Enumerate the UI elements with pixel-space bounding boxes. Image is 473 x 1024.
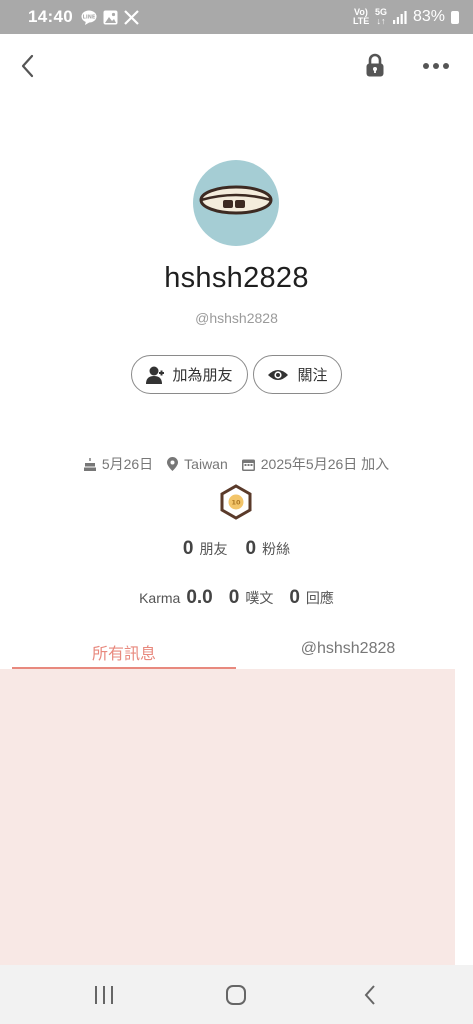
username: @hshsh2828	[195, 310, 278, 326]
battery-icon	[451, 10, 459, 24]
chevron-left-icon	[20, 53, 35, 79]
x-icon	[124, 9, 139, 25]
top-bar	[0, 34, 473, 98]
lock-icon	[366, 53, 384, 77]
eye-icon	[268, 369, 289, 380]
location-pin-icon	[167, 457, 179, 471]
replies-value: 0	[289, 587, 300, 608]
network-indicator: 5G ↓↑	[375, 8, 387, 26]
nav-back-button[interactable]	[350, 981, 390, 1009]
replies-label: 回應	[305, 590, 334, 606]
badge-label: 10	[231, 499, 241, 507]
joined-item: 2025年5月26日 加入	[241, 454, 390, 474]
timeline-panel	[0, 669, 455, 965]
birthday-item: 5月26日	[83, 454, 154, 474]
follow-counts: 0 朋友 0 粉絲	[0, 538, 473, 560]
battery-percent: 83%	[412, 8, 445, 25]
fans-count[interactable]: 0 粉絲	[246, 538, 291, 560]
signal-icon	[392, 10, 407, 24]
posts-value: 0	[228, 587, 240, 608]
profile-stats: Karma 0.0 0 噗文 0 回應	[0, 587, 473, 609]
avatar-eye-icon	[199, 185, 273, 215]
recent-apps-button[interactable]	[84, 981, 124, 1009]
tab-all-messages[interactable]: 所有訊息	[12, 630, 236, 669]
nav-back-icon	[364, 985, 375, 1005]
karma-stat: Karma 0.0	[139, 587, 213, 609]
tab-mentions[interactable]: @hshsh2828	[236, 630, 460, 669]
karma-badge[interactable]: 10	[219, 484, 253, 520]
status-time: 14:40	[28, 7, 73, 26]
replies-stat: 0 回應	[289, 587, 334, 609]
location-item: Taiwan	[167, 456, 228, 472]
notification-icons: LINE	[81, 9, 139, 25]
friends-label: 朋友	[199, 541, 228, 557]
fans-label: 粉絲	[262, 541, 291, 557]
updown-icon: ↓↑	[376, 16, 386, 26]
volte-indicator: Vo) LTE	[352, 7, 370, 26]
posts-label: 噗文	[245, 590, 274, 606]
recent-apps-icon	[95, 986, 113, 1004]
status-right: Vo) LTE 5G ↓↑ 83%	[353, 8, 459, 26]
status-bar: 14:40 LINE Vo) LTE 5G ↓↑ 83%	[0, 0, 473, 34]
lock-button[interactable]	[360, 48, 390, 84]
joined-text: 2025年5月26日 加入	[260, 456, 390, 472]
fans-value: 0	[245, 538, 257, 559]
svg-text:LINE: LINE	[83, 14, 96, 20]
avatar[interactable]	[193, 160, 279, 246]
friends-count[interactable]: 0 朋友	[183, 538, 228, 560]
back-button[interactable]	[12, 48, 42, 84]
location-text: Taiwan	[184, 456, 228, 472]
home-icon	[226, 985, 246, 1005]
hexagon-badge-icon: 10	[220, 484, 252, 520]
add-user-icon	[146, 366, 165, 384]
friends-value: 0	[182, 538, 194, 559]
karma-label: Karma	[139, 590, 181, 606]
line-icon: LINE	[81, 10, 97, 25]
add-friend-button[interactable]: 加為朋友	[131, 355, 248, 394]
system-nav-bar	[0, 965, 473, 1024]
profile-meta: 5月26日 Taiwan 2025年5月26日 加入	[0, 454, 473, 474]
birthday-text: 5月26日	[101, 456, 154, 472]
follow-button[interactable]: 關注	[253, 355, 342, 394]
display-name: hshsh2828	[164, 262, 309, 294]
posts-stat: 0 噗文	[229, 587, 274, 609]
profile-tabs: 所有訊息 @hshsh2828	[12, 630, 460, 670]
more-horizontal-icon	[423, 63, 449, 69]
karma-value: 0.0	[186, 587, 213, 608]
home-button[interactable]	[216, 981, 256, 1009]
cake-icon	[83, 457, 96, 471]
more-button[interactable]	[418, 48, 454, 84]
add-friend-label: 加為朋友	[172, 367, 233, 384]
follow-label: 關注	[297, 367, 328, 384]
calendar-icon	[241, 459, 255, 471]
gallery-icon	[103, 10, 118, 24]
